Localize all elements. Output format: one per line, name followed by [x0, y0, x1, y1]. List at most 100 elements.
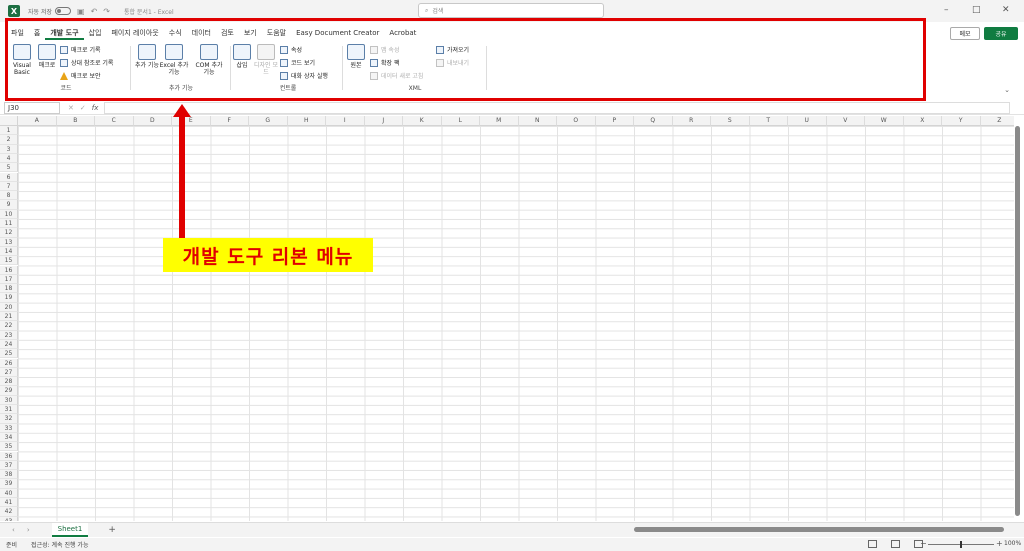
toggle-switch-icon[interactable] — [55, 7, 71, 15]
row-header[interactable]: 9 — [0, 200, 18, 210]
column-header[interactable]: J — [364, 116, 403, 126]
row-header[interactable]: 36 — [0, 451, 18, 461]
add-sheet-button[interactable]: + — [108, 525, 116, 535]
column-header[interactable]: A — [18, 116, 57, 126]
column-header[interactable]: N — [518, 116, 557, 126]
redo-icon[interactable]: ↷ — [103, 7, 110, 16]
row-header[interactable]: 35 — [0, 442, 18, 452]
column-header[interactable]: U — [788, 116, 827, 126]
row-header[interactable]: 15 — [0, 256, 18, 266]
column-header[interactable]: Z — [980, 116, 1014, 126]
select-all-corner[interactable] — [0, 116, 18, 126]
row-header[interactable]: 8 — [0, 191, 18, 201]
row-header[interactable]: 31 — [0, 405, 18, 415]
column-header[interactable]: W — [865, 116, 904, 126]
row-header[interactable]: 42 — [0, 507, 18, 517]
column-header[interactable]: R — [672, 116, 711, 126]
formula-input[interactable] — [104, 101, 1010, 114]
column-header[interactable]: C — [95, 116, 134, 126]
row-header[interactable]: 28 — [0, 377, 18, 387]
normal-view-icon[interactable] — [868, 540, 877, 548]
column-header[interactable]: Y — [942, 116, 981, 126]
row-header[interactable]: 37 — [0, 460, 18, 471]
zoom-in-icon[interactable]: + — [996, 539, 1003, 548]
column-header[interactable]: O — [557, 116, 596, 126]
row-header[interactable]: 7 — [0, 181, 18, 192]
search-box[interactable]: ⌕ 검색 — [418, 3, 604, 18]
row-header[interactable]: 14 — [0, 246, 18, 257]
row-header[interactable]: 17 — [0, 274, 18, 285]
row-header[interactable]: 11 — [0, 219, 18, 229]
column-header[interactable]: F — [210, 116, 249, 126]
page-layout-view-icon[interactable] — [891, 540, 900, 548]
row-header[interactable]: 32 — [0, 414, 18, 424]
horizontal-scrollbar[interactable] — [634, 527, 1004, 532]
row-header[interactable]: 1 — [0, 126, 18, 136]
row-header[interactable]: 29 — [0, 386, 18, 396]
column-header[interactable]: M — [480, 116, 519, 126]
row-header[interactable]: 40 — [0, 488, 18, 498]
undo-icon[interactable]: ↶ — [91, 7, 98, 16]
row-header[interactable]: 21 — [0, 312, 18, 322]
row-header[interactable]: 23 — [0, 330, 18, 340]
row-header[interactable]: 41 — [0, 498, 18, 508]
row-header[interactable]: 33 — [0, 423, 18, 433]
column-header[interactable]: G — [249, 116, 288, 126]
row-header[interactable]: 22 — [0, 321, 18, 331]
row-header[interactable]: 2 — [0, 135, 18, 145]
column-header[interactable]: K — [403, 116, 442, 126]
close-icon[interactable]: ✕ — [1002, 5, 1010, 15]
share-button[interactable]: 공유 — [984, 27, 1018, 40]
row-header[interactable]: 16 — [0, 265, 18, 275]
row-header[interactable]: 10 — [0, 209, 18, 219]
name-box[interactable]: J30 — [4, 101, 60, 114]
column-header[interactable]: L — [441, 116, 480, 126]
column-header[interactable]: S — [711, 116, 750, 126]
minimize-icon[interactable]: – — [944, 5, 949, 15]
row-header[interactable]: 26 — [0, 358, 18, 368]
autosave-toggle[interactable]: 자동 저장 — [28, 7, 71, 16]
column-header[interactable]: I — [326, 116, 365, 126]
row-header[interactable]: 39 — [0, 479, 18, 489]
row-header[interactable]: 6 — [0, 172, 18, 182]
memo-button[interactable]: 메모 — [950, 27, 980, 40]
row-header[interactable]: 24 — [0, 339, 18, 350]
column-header[interactable]: B — [56, 116, 95, 126]
row-header[interactable]: 5 — [0, 163, 18, 173]
column-header[interactable]: H — [287, 116, 326, 126]
column-header[interactable]: Q — [634, 116, 673, 126]
row-header[interactable]: 3 — [0, 144, 18, 154]
maximize-icon[interactable]: □ — [972, 5, 981, 15]
column-header[interactable]: P — [595, 116, 634, 126]
sheet-tab[interactable]: Sheet1 — [51, 523, 89, 537]
chevron-down-icon[interactable]: ⌄ — [1004, 86, 1010, 94]
row-header[interactable]: 13 — [0, 237, 18, 247]
function-icon[interactable]: fx — [92, 104, 99, 112]
row-header[interactable]: 30 — [0, 395, 18, 405]
row-header[interactable]: 12 — [0, 228, 18, 238]
zoom-level[interactable]: 100% — [1004, 540, 1021, 547]
column-header[interactable]: D — [133, 116, 172, 126]
prev-sheet-icon[interactable]: ‹ — [12, 526, 15, 534]
row-header[interactable]: 34 — [0, 432, 18, 443]
row-header[interactable]: 18 — [0, 284, 18, 294]
row-header[interactable]: 19 — [0, 293, 18, 303]
row-header[interactable]: 43 — [0, 516, 18, 521]
row-header[interactable]: 20 — [0, 302, 18, 312]
row-header[interactable]: 38 — [0, 470, 18, 480]
row-header[interactable]: 27 — [0, 367, 18, 378]
cell-area[interactable] — [18, 126, 1014, 521]
row-header[interactable]: 4 — [0, 153, 18, 164]
column-header[interactable]: V — [826, 116, 865, 126]
save-icon[interactable]: ▣ — [77, 7, 85, 16]
column-header[interactable]: E — [172, 116, 211, 126]
row-header[interactable]: 25 — [0, 349, 18, 359]
zoom-out-icon[interactable]: − — [920, 539, 927, 548]
vertical-scrollbar[interactable] — [1015, 126, 1020, 516]
cancel-icon[interactable]: ✕ — [68, 104, 74, 112]
check-icon[interactable]: ✓ — [80, 104, 86, 112]
column-header[interactable]: T — [749, 116, 788, 126]
column-header[interactable]: X — [903, 116, 942, 126]
next-sheet-icon[interactable]: › — [27, 526, 30, 534]
zoom-slider-thumb[interactable] — [960, 541, 962, 548]
